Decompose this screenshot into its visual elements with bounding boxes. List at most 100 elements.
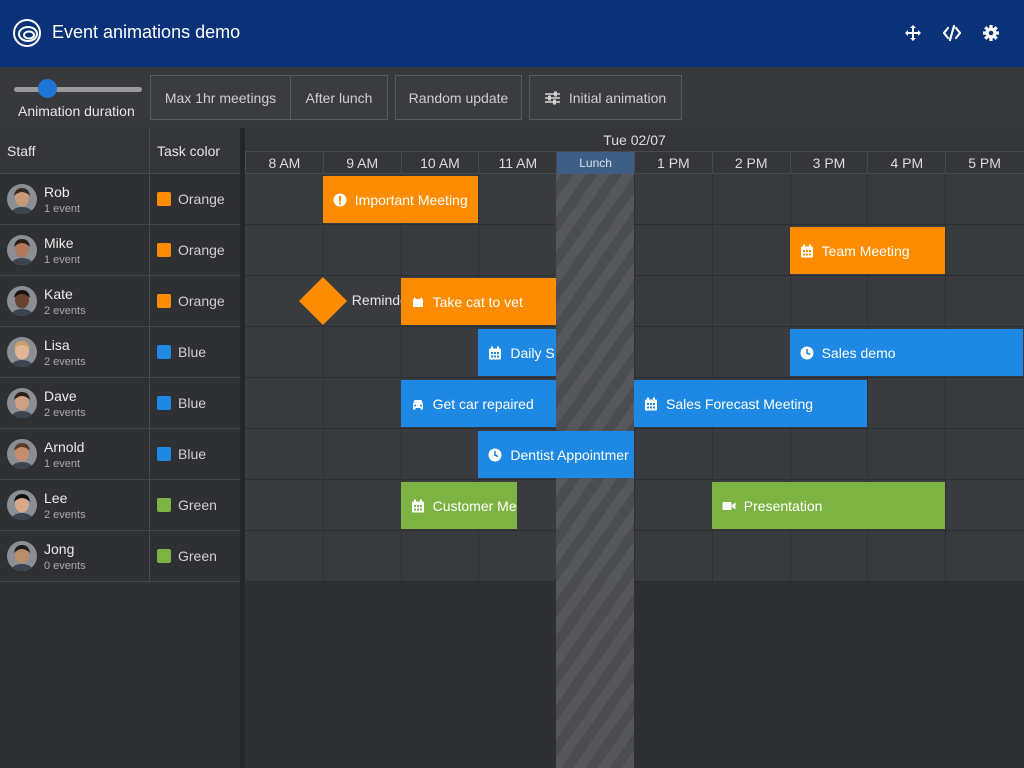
task-color-name: Orange [178,242,225,258]
hour-gridline [400,174,402,768]
avatar [7,337,37,367]
time-axis-header: Tue 02/07 8 AM 9 AM 10 AM 11 AM Lunch 1 PM 2 P… [245,128,1024,174]
event-name: Presentation [743,497,823,514]
event-bar[interactable]: Get car repaired [400,380,557,427]
staff-name: Mike [44,235,74,251]
task-color-name: Orange [178,191,225,207]
max-1hr-meetings-button[interactable]: Max 1hr meetings [150,75,291,120]
color-swatch [157,447,171,461]
hour-header: 3 PM [789,151,868,174]
resource-row[interactable]: Lee 2 events Green [0,480,240,531]
staff-event-count: 2 events [44,305,86,317]
avatar [7,439,37,469]
calendar-icon [800,244,814,258]
grid-locked-body: Rob 1 event Orange Mike 1 event Orange Kate 2… [0,174,240,768]
calendar-icon [644,397,658,411]
hour-header: 2 PM [711,151,790,174]
staff-column-header[interactable]: Staff [7,143,36,159]
event-bar[interactable]: Sales Forecast Meeting [634,380,868,427]
event-name: Customer Me [432,497,517,514]
staff-event-count: 0 events [44,560,86,572]
staff-name: Arnold [44,439,85,455]
calendar-icon [488,346,502,360]
event-name: Dentist Appointmer [510,446,629,463]
car-icon [411,397,425,411]
code-icon[interactable] [943,24,961,42]
task-color-name: Blue [178,344,207,360]
random-update-button[interactable]: Random update [395,75,522,120]
color-swatch [157,345,171,359]
event-bar[interactable]: Daily S [478,329,557,376]
event-name: Sales Forecast Meeting [666,395,814,412]
after-lunch-button[interactable]: After lunch [290,75,388,120]
app-header: Event animations demo [0,0,1024,67]
color-swatch [157,294,171,308]
avatar [7,541,37,571]
event-name: Get car repaired [432,395,534,412]
gear-icon[interactable] [982,24,1000,42]
app-logo-icon [13,19,41,47]
task-color-column-header[interactable]: Task color [157,143,220,159]
staff-event-count: 2 events [44,407,86,419]
sliders-icon [544,91,560,105]
app-title: Event animations demo [52,22,241,42]
color-swatch [157,192,171,206]
staff-event-count: 1 event [44,203,81,215]
exclamation-icon [333,193,347,207]
staff-name: Lee [44,490,68,506]
event-name: Sales demo [821,344,896,361]
hour-header: 1 PM [634,151,712,174]
resource-row[interactable]: Kate 2 events Orange [0,276,240,327]
resource-row[interactable]: Lisa 2 events Blue [0,327,240,378]
staff-name: Kate [44,286,73,302]
milestone-label: Reminde [351,292,408,308]
avatar [7,184,37,214]
calendar-icon [411,499,425,513]
staff-event-count: 1 event [44,254,81,266]
event-bar[interactable]: Dentist Appointmer [478,431,634,478]
schedule-body: Reminde Important Meeting Team Meeting Take… [245,174,1024,768]
hour-header: Lunch [556,151,634,174]
animation-duration-slider-thumb[interactable] [37,79,57,98]
hour-gridline [711,174,713,768]
event-name: Important Meeting [354,191,468,208]
resource-row[interactable]: Jong 0 events Green [0,531,240,582]
event-bar[interactable]: Important Meeting [322,176,479,223]
resource-row[interactable]: Rob 1 event Orange [0,174,240,225]
animation-duration-slider-track[interactable] [14,87,142,92]
color-swatch [157,396,171,410]
event-bar[interactable]: Sales demo [789,329,1023,376]
color-swatch [157,498,171,512]
clock-icon [488,448,502,462]
date-header: Tue 02/07 [603,132,666,148]
event-bar[interactable]: Presentation [711,482,946,529]
hour-header: 9 AM [322,151,401,174]
avatar [7,490,37,520]
resource-row[interactable]: Arnold 1 event Blue [0,429,240,480]
resource-row[interactable]: Dave 2 events Blue [0,378,240,429]
hour-header: 5 PM [945,151,1023,174]
resource-row[interactable]: Mike 1 event Orange [0,225,240,276]
event-name: Team Meeting [821,242,910,259]
initial-animation-button[interactable]: Initial animation [529,75,682,120]
staff-event-count: 1 event [44,458,81,470]
staff-event-count: 2 events [44,509,86,521]
task-color-name: Blue [178,395,207,411]
avatar [7,388,37,418]
hour-gridline [322,174,324,768]
color-swatch [157,243,171,257]
toolbar: Animation duration Max 1hr meetings Afte… [0,67,1024,128]
clock-icon [800,346,814,360]
animation-duration-label: Animation duration [18,103,135,119]
grid-locked-header: Staff Task color [0,128,240,174]
event-bar[interactable]: Customer Me [400,482,518,529]
hour-header: 8 AM [245,151,323,174]
staff-event-count: 2 events [44,356,86,368]
color-swatch [157,549,171,563]
staff-name: Lisa [44,337,70,353]
event-bar[interactable]: Take cat to vet [400,278,557,325]
hour-header: 4 PM [867,151,946,174]
staff-name: Dave [44,388,77,404]
event-bar[interactable]: Team Meeting [789,227,946,274]
move-icon[interactable] [904,24,922,42]
